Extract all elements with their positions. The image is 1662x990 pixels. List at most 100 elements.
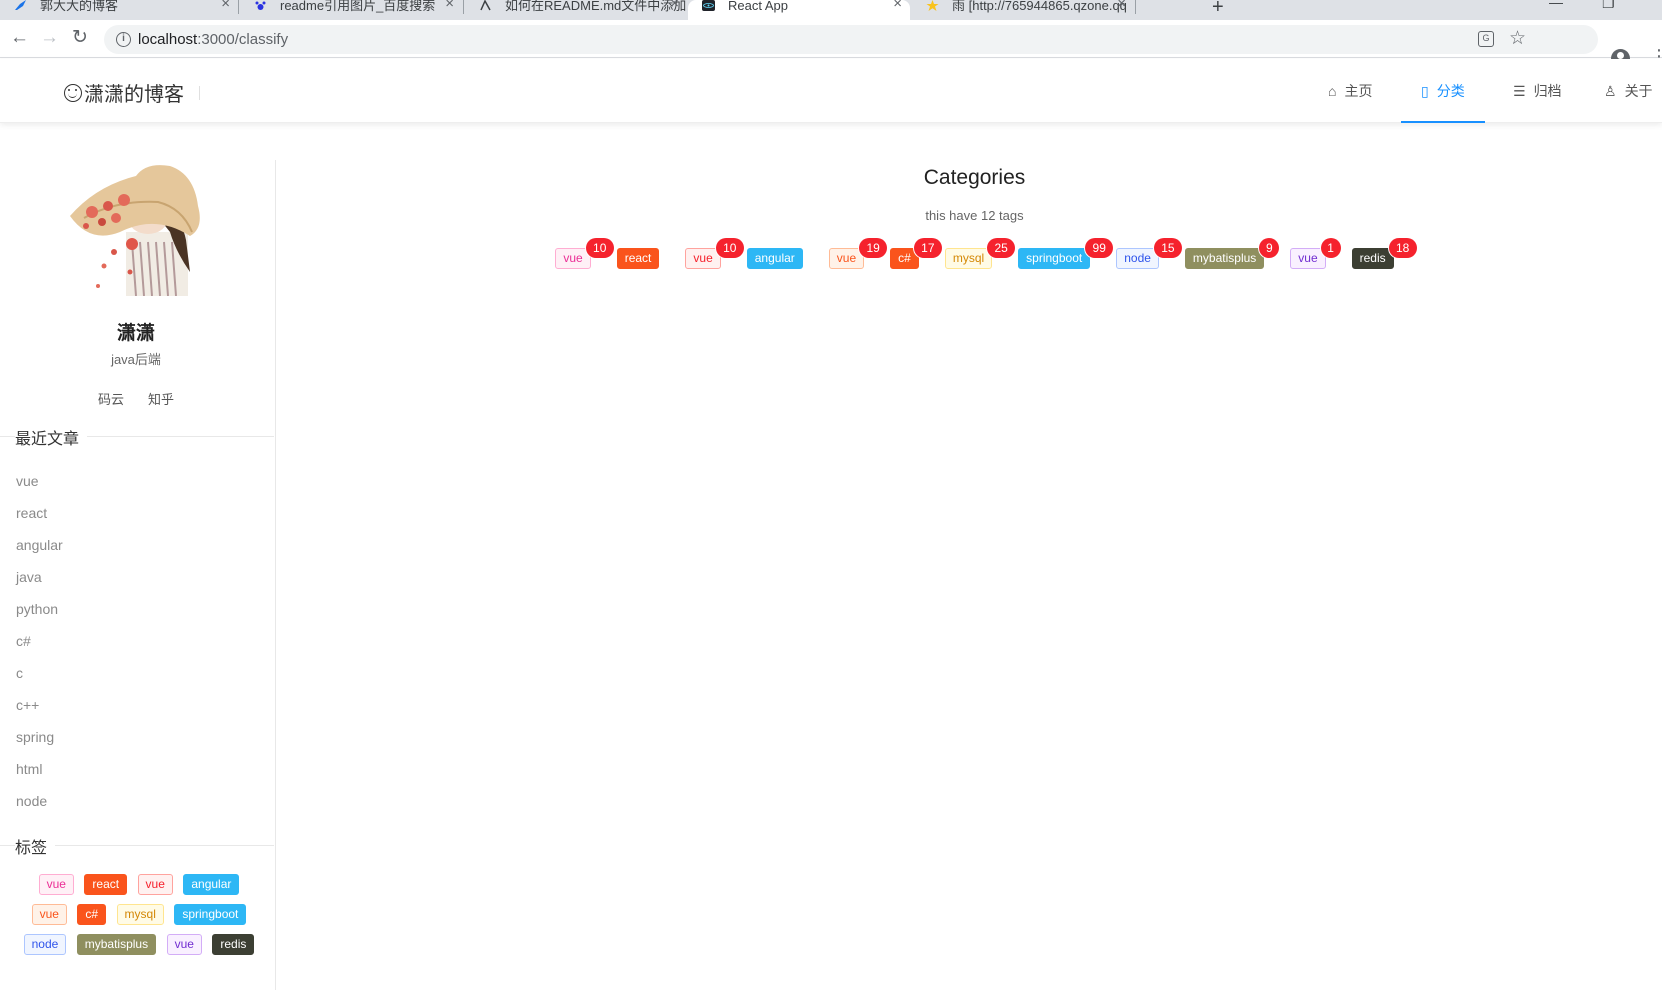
logo-divider bbox=[199, 86, 200, 100]
page-title: Categories bbox=[923, 166, 1026, 189]
browser-tab[interactable]: 如何在README.md文件中添加图 × bbox=[465, 0, 687, 20]
count-badge: 25 bbox=[987, 238, 1016, 258]
tag-chip[interactable]: vue bbox=[31, 904, 67, 926]
article-link[interactable]: c++ bbox=[16, 689, 63, 721]
count-badge: 19 bbox=[859, 238, 888, 258]
tab-title: 郭大大的博客 bbox=[40, 0, 119, 13]
article-link[interactable]: java bbox=[16, 561, 63, 593]
star-icon bbox=[926, 0, 939, 11]
article-link[interactable]: spring bbox=[16, 721, 63, 753]
gitee-link[interactable]: 码云 bbox=[98, 392, 124, 407]
article-link[interactable]: python bbox=[16, 593, 63, 625]
category-item[interactable]: vue 19 bbox=[828, 238, 888, 269]
profile-name: 潇潇 bbox=[116, 323, 155, 344]
tags-section-title: 标签 bbox=[15, 834, 56, 858]
zhihu-link[interactable]: 知乎 bbox=[148, 392, 174, 407]
category-item[interactable]: mysql 25 bbox=[944, 238, 1016, 269]
category-item[interactable]: vue 1 bbox=[1290, 238, 1341, 269]
nav-label: 关于 bbox=[1624, 83, 1653, 99]
back-arrow-icon[interactable]: ← bbox=[10, 27, 29, 49]
profile-role: java后端 bbox=[111, 352, 161, 367]
list-icon: ☰ bbox=[1513, 83, 1526, 99]
count-badge: 18 bbox=[1388, 238, 1417, 258]
tag-chip[interactable]: vue bbox=[166, 934, 202, 956]
browser-tab[interactable]: readme引用图片_百度搜索 × bbox=[240, 0, 462, 20]
tag-chip[interactable]: mybatisplus bbox=[1184, 248, 1265, 269]
book-icon: ▯ bbox=[1421, 83, 1429, 99]
category-item[interactable]: react bbox=[616, 248, 660, 269]
article-link[interactable]: angular bbox=[16, 529, 63, 561]
close-icon[interactable]: × bbox=[221, 0, 230, 11]
tag-chip[interactable]: node bbox=[23, 934, 67, 956]
count-badge: 15 bbox=[1153, 238, 1182, 258]
translate-icon[interactable]: G bbox=[1478, 31, 1494, 47]
close-icon[interactable]: × bbox=[670, 0, 679, 11]
sidebar-tag-cloud: vue react vue angular vue c# mysql sprin… bbox=[14, 870, 264, 960]
recent-articles-title: 最近文章 bbox=[15, 425, 88, 449]
category-item[interactable]: node 15 bbox=[1116, 238, 1182, 269]
minimize-icon[interactable]: — bbox=[1549, 0, 1563, 10]
restore-icon[interactable]: ❐ bbox=[1602, 0, 1615, 12]
browser-tab[interactable]: 郭大大的博客 × bbox=[0, 0, 238, 20]
nav-classify[interactable]: ▯ 分类 bbox=[1401, 59, 1485, 123]
count-badge: 9 bbox=[1259, 238, 1280, 258]
article-link[interactable]: c bbox=[16, 657, 63, 689]
tag-chip[interactable]: springboot bbox=[1018, 248, 1091, 269]
page-subtitle: this have 12 tags bbox=[925, 208, 1024, 223]
article-link[interactable]: c# bbox=[16, 625, 63, 657]
category-item[interactable]: springboot 99 bbox=[1018, 238, 1114, 269]
recent-articles-list: vue react angular java python c# c c++ s… bbox=[16, 465, 63, 817]
tag-chip[interactable]: redis bbox=[1351, 248, 1394, 269]
url-text[interactable]: localhost:3000/classify bbox=[138, 31, 288, 48]
tag-chip[interactable]: mysql bbox=[944, 248, 993, 269]
close-icon[interactable]: × bbox=[1117, 0, 1126, 11]
tag-chip[interactable]: vue bbox=[137, 874, 173, 896]
tag-chip[interactable]: mybatisplus bbox=[76, 934, 157, 956]
nav-label: 主页 bbox=[1344, 83, 1373, 99]
tag-chip[interactable]: angular bbox=[746, 248, 803, 269]
forward-arrow-icon[interactable]: → bbox=[40, 27, 59, 49]
tag-chip[interactable]: vue bbox=[685, 248, 721, 269]
category-item[interactable]: c# 17 bbox=[890, 238, 942, 269]
tag-chip[interactable]: redis bbox=[212, 934, 255, 956]
category-item[interactable]: mybatisplus 9 bbox=[1184, 238, 1280, 269]
article-link[interactable]: react bbox=[16, 497, 63, 529]
browser-tab-bar: 郭大大的博客 × readme引用图片_百度搜索 × 如何在README.md文… bbox=[0, 0, 1662, 20]
article-link[interactable]: node bbox=[16, 785, 63, 817]
tag-chip[interactable]: node bbox=[1116, 248, 1159, 269]
category-item[interactable]: angular bbox=[746, 248, 803, 269]
smile-icon bbox=[64, 83, 82, 102]
category-item[interactable]: vue 10 bbox=[555, 238, 614, 269]
tab-divider bbox=[238, 0, 239, 14]
browser-tab[interactable]: 雨 [http://765944865.qzone.qq × bbox=[912, 0, 1134, 20]
reload-icon[interactable]: ↻ bbox=[72, 27, 88, 49]
info-icon[interactable]: i bbox=[116, 32, 131, 47]
nav-home[interactable]: ⌂ 主页 bbox=[1308, 59, 1392, 123]
count-badge: 99 bbox=[1085, 238, 1114, 258]
address-bar[interactable]: i localhost:3000/classify G ☆ bbox=[104, 25, 1598, 54]
tag-chip[interactable]: springboot bbox=[174, 904, 247, 926]
tag-chip[interactable]: vue bbox=[555, 248, 591, 269]
close-icon[interactable]: × bbox=[445, 0, 454, 11]
bookmark-star-icon[interactable]: ☆ bbox=[1509, 27, 1526, 50]
site-logo[interactable]: 潇潇的博客 bbox=[64, 78, 184, 107]
close-icon[interactable]: × bbox=[893, 0, 902, 11]
new-tab-icon[interactable]: + bbox=[1212, 0, 1224, 19]
tag-chip[interactable]: react bbox=[616, 248, 660, 269]
tag-chip[interactable]: vue bbox=[38, 874, 74, 896]
tag-chip[interactable]: angular bbox=[183, 874, 240, 896]
tab-title: React App bbox=[728, 0, 788, 13]
browser-tab-active[interactable]: React App × bbox=[688, 0, 910, 20]
article-link[interactable]: html bbox=[16, 753, 63, 785]
tag-chip[interactable]: vue bbox=[1290, 248, 1326, 269]
nav-archive[interactable]: ☰ 归档 bbox=[1493, 59, 1582, 123]
tab-divider bbox=[1135, 0, 1136, 14]
category-item[interactable]: vue 10 bbox=[685, 238, 744, 269]
tab-divider bbox=[463, 0, 464, 14]
tag-chip[interactable]: react bbox=[84, 874, 128, 896]
tag-chip[interactable]: mysql bbox=[116, 904, 164, 926]
tag-chip[interactable]: c# bbox=[77, 904, 107, 926]
article-link[interactable]: vue bbox=[16, 465, 63, 497]
nav-about[interactable]: ♙ 关于 bbox=[1584, 59, 1662, 123]
category-item[interactable]: redis 18 bbox=[1351, 238, 1417, 269]
